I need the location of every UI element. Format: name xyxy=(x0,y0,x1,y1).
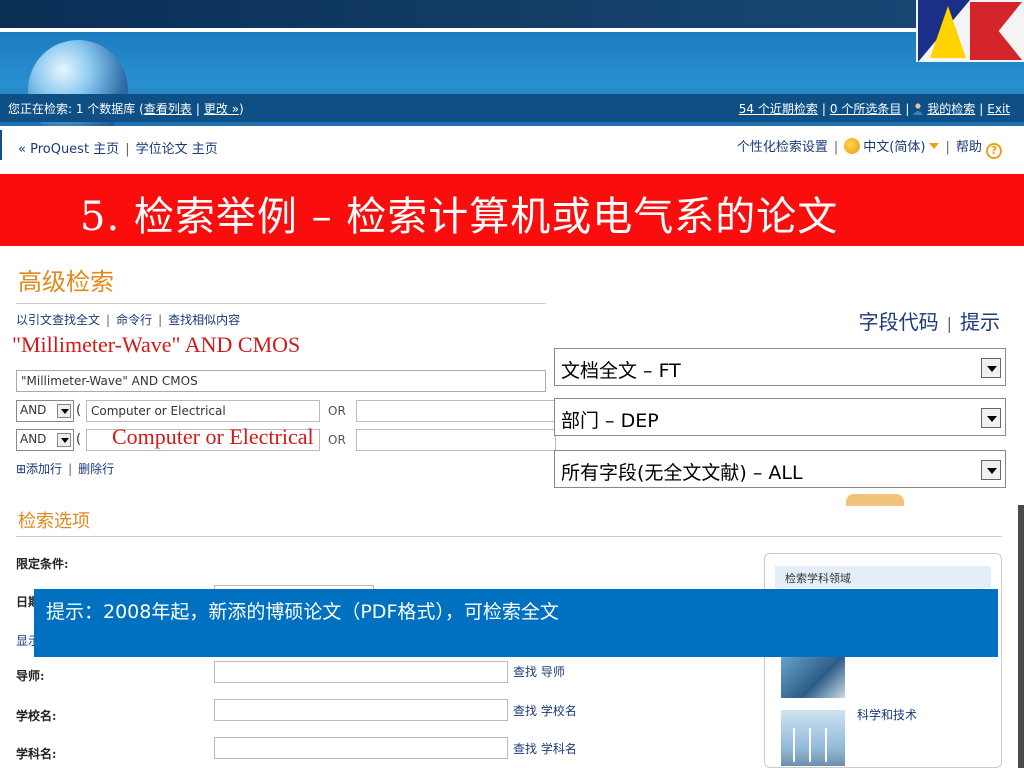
science-tech-link[interactable]: 科学和技术 xyxy=(857,706,917,723)
advanced-title-divider xyxy=(16,303,546,304)
query-annotation: "Millimeter-Wave" AND CMOS xyxy=(12,332,301,357)
query-input[interactable]: "Millimeter-Wave" AND CMOS xyxy=(16,370,546,392)
or-label: OR xyxy=(328,404,346,418)
restrict-label: 限定条件: xyxy=(16,557,69,571)
nav-bar: « ProQuest 主页 | 学位论文 主页 个性化检索设置 | 中文(简体) | 帮助 … xyxy=(0,130,1024,160)
right-edge-bar xyxy=(1018,505,1024,768)
operator-value: AND xyxy=(20,403,47,417)
science-thumbnail[interactable] xyxy=(781,710,845,766)
boolean-operator-select[interactable]: AND xyxy=(16,400,74,422)
turbine-graphic xyxy=(825,728,827,762)
chevron-down-icon[interactable] xyxy=(981,358,1001,378)
chevron-down-icon[interactable] xyxy=(57,433,71,447)
tip-text: 提示：2008年起，新添的博硕论文（PDF格式），可检索全文 xyxy=(46,601,559,623)
delete-row-link[interactable]: 删除行 xyxy=(78,462,114,476)
language-selector[interactable]: 中文(简体) xyxy=(863,140,925,155)
search-status-suffix: ) xyxy=(239,102,244,116)
personalize-link[interactable]: 个性化检索设置 xyxy=(737,140,828,155)
field-option-label: 部门 – DEP xyxy=(561,410,659,432)
selected-items-link[interactable]: 0 个所选条目 xyxy=(830,102,901,116)
advanced-sublinks: 以引文查找全文 | 命令行 | 查找相似内容 xyxy=(16,313,241,327)
find-subject-link[interactable]: 查找 学科名 xyxy=(513,740,577,757)
find-similar-link[interactable]: 查找相似内容 xyxy=(168,313,240,327)
citation-fulltext-link[interactable]: 以引文查找全文 xyxy=(16,313,100,327)
chevron-down-icon[interactable] xyxy=(929,143,940,149)
computer-annotation: Computer or Electrical xyxy=(112,424,314,449)
search-options-title: 检索选项 xyxy=(18,511,90,532)
orange-tab-shape xyxy=(846,494,904,506)
options-divider xyxy=(16,536,1002,537)
subject-area-header: 检索学科领域 xyxy=(775,566,991,588)
field-select-all[interactable]: 所有字段(无全文文献) – ALL xyxy=(554,450,1006,488)
boolean-operator-select[interactable]: AND xyxy=(16,429,74,451)
recent-searches-link[interactable]: 54 个近期检索 xyxy=(739,102,818,116)
logo-yellow-shape xyxy=(930,6,966,58)
tips-link[interactable]: 提示 xyxy=(960,310,1000,334)
thesis-home-link[interactable]: 学位论文 主页 xyxy=(136,142,218,157)
school-input[interactable] xyxy=(214,699,508,721)
school-label: 学校名: xyxy=(16,709,57,723)
chevron-down-icon[interactable] xyxy=(981,460,1001,480)
slide-title-banner: 5. 检索举例 – 检索计算机或电气系的论文 xyxy=(0,174,1024,246)
advisor-label: 导师: xyxy=(16,669,45,683)
or-term-input[interactable] xyxy=(356,400,556,422)
advanced-search-title: 高级检索 xyxy=(18,268,114,296)
advisor-input[interactable] xyxy=(214,661,508,683)
exit-link[interactable]: Exit xyxy=(987,102,1010,116)
search-status-text: 您正在检索: 1 个数据库 ( xyxy=(8,102,144,116)
globe-icon xyxy=(844,138,861,154)
open-paren: ( xyxy=(76,432,82,447)
find-school-link[interactable]: 查找 学校名 xyxy=(513,702,577,719)
user-links: 54 个近期检索 | 0 个所选条目 | 我的检索 | Exit xyxy=(738,102,1010,116)
change-link[interactable]: 更改 » xyxy=(204,102,239,116)
operator-value: AND xyxy=(20,432,47,446)
field-select-fulltext[interactable]: 文档全文 – FT xyxy=(554,348,1006,386)
field-code-links: 字段代码 | 提示 xyxy=(858,310,1000,334)
help-link[interactable]: 帮助 xyxy=(956,140,982,155)
person-icon xyxy=(913,103,924,115)
add-row-link[interactable]: ⊞添加行 xyxy=(16,462,62,476)
search-status: 您正在检索: 1 个数据库 (查看列表 | 更改 ») xyxy=(8,102,244,116)
field-select-department[interactable]: 部门 – DEP xyxy=(554,398,1006,436)
subject-label: 学科名: xyxy=(16,747,57,761)
medical-thumbnail[interactable] xyxy=(781,652,845,698)
or-label: OR xyxy=(328,433,346,447)
turbine-graphic xyxy=(809,728,811,762)
tip-callout: 提示：2008年起，新添的博硕论文（PDF格式），可检索全文 xyxy=(34,589,998,657)
field-option-label: 所有字段(无全文文献) – ALL xyxy=(561,462,803,484)
field-codes-link[interactable]: 字段代码 xyxy=(859,310,939,334)
view-list-link[interactable]: 查看列表 xyxy=(144,102,192,116)
subject-input[interactable] xyxy=(214,737,508,759)
open-paren: ( xyxy=(76,403,82,418)
row-controls: ⊞添加行 | 删除行 xyxy=(16,462,115,476)
search-info-bar: 您正在检索: 1 个数据库 (查看列表 | 更改 ») 54 个近期检索 | 0 个所选… xyxy=(0,94,1024,122)
find-advisor-link[interactable]: 查找 导师 xyxy=(513,663,565,680)
subject-area-panel: 检索学科领域 科学和技术 xyxy=(764,553,1002,768)
help-icon[interactable]: ? xyxy=(986,143,1002,159)
term-input[interactable]: Computer or Electrical xyxy=(86,400,320,422)
field-option-label: 文档全文 – FT xyxy=(561,360,681,382)
turbine-graphic xyxy=(793,728,795,762)
slide-title: 5. 检索举例 – 检索计算机或电气系的论文 xyxy=(80,194,839,240)
chevron-down-icon[interactable] xyxy=(981,408,1001,428)
chevron-down-icon[interactable] xyxy=(57,404,71,418)
command-line-link[interactable]: 命令行 xyxy=(116,313,152,327)
or-term-input[interactable] xyxy=(356,429,556,451)
my-searches-link[interactable]: 我的检索 xyxy=(927,102,975,116)
proquest-home-link[interactable]: « ProQuest 主页 xyxy=(18,142,119,157)
top-dark-bar xyxy=(0,0,1024,28)
